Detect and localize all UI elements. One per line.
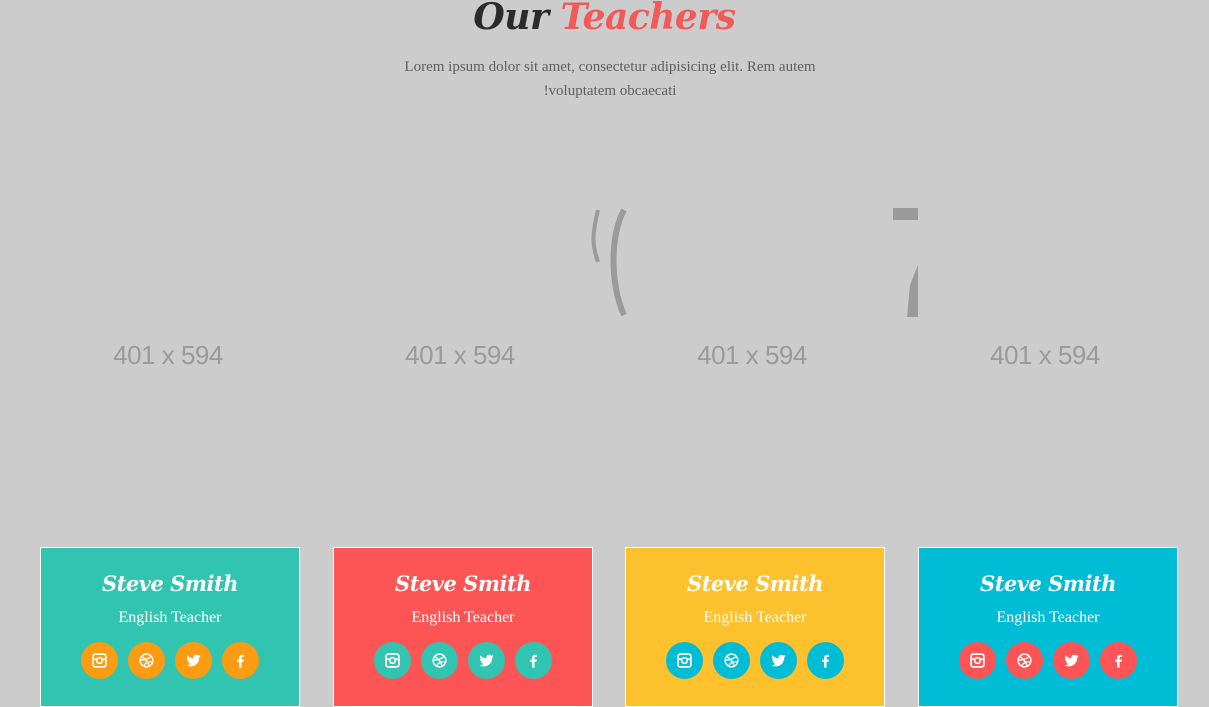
teacher-name: Steve Smith <box>687 571 823 596</box>
social-links <box>626 642 884 679</box>
teacher-image-placeholder-3: 401 x 594 <box>697 340 807 370</box>
social-links <box>919 642 1177 679</box>
social-links <box>334 642 592 679</box>
twitter-icon <box>185 652 202 669</box>
teacher-role: English Teacher <box>411 609 515 626</box>
dribbble-link[interactable] <box>421 642 458 679</box>
dribbble-icon <box>1016 652 1033 669</box>
facebook-icon <box>525 652 542 669</box>
twitter-icon <box>770 652 787 669</box>
facebook-link[interactable] <box>515 642 552 679</box>
dribbble-link[interactable] <box>128 642 165 679</box>
section-subtitle: Lorem ipsum dolor sit amet, consectetur … <box>404 59 816 99</box>
section-title: Our Teachers <box>0 0 1209 40</box>
dribbble-icon <box>431 652 448 669</box>
instagram-icon <box>91 652 108 669</box>
dribbble-link[interactable] <box>713 642 750 679</box>
facebook-icon <box>1110 652 1127 669</box>
facebook-link[interactable] <box>1100 642 1137 679</box>
teacher-image-placeholder-1: 401 x 594 <box>113 340 223 370</box>
teacher-role: English Teacher <box>703 609 807 626</box>
twitter-link[interactable] <box>175 642 212 679</box>
instagram-link[interactable] <box>959 642 996 679</box>
placeholder-artifact <box>591 208 918 317</box>
teacher-image-placeholder-2: 401 x 594 <box>405 340 515 370</box>
teacher-name: Steve Smith <box>395 571 531 596</box>
twitter-link[interactable] <box>1053 642 1090 679</box>
title-word-our: Our <box>473 0 549 38</box>
facebook-link[interactable] <box>807 642 844 679</box>
teacher-name: Steve Smith <box>102 571 238 596</box>
teacher-name: Steve Smith <box>980 571 1116 596</box>
twitter-icon <box>478 652 495 669</box>
facebook-icon <box>232 652 249 669</box>
twitter-icon <box>1063 652 1080 669</box>
instagram-link[interactable] <box>374 642 411 679</box>
social-links <box>41 642 299 679</box>
teacher-role: English Teacher <box>996 609 1100 626</box>
teacher-image-placeholder-4: 401 x 594 <box>990 340 1100 370</box>
teacher-card-3: Steve Smith English Teacher <box>625 547 885 707</box>
teacher-role: English Teacher <box>118 609 222 626</box>
dribbble-icon <box>138 652 155 669</box>
facebook-link[interactable] <box>222 642 259 679</box>
twitter-link[interactable] <box>468 642 505 679</box>
dribbble-icon <box>723 652 740 669</box>
dribbble-link[interactable] <box>1006 642 1043 679</box>
title-word-teachers: Teachers <box>560 0 736 38</box>
teacher-card-4: Steve Smith English Teacher <box>918 547 1178 707</box>
twitter-link[interactable] <box>760 642 797 679</box>
instagram-icon <box>969 652 986 669</box>
teacher-card-2: Steve Smith English Teacher <box>333 547 593 707</box>
instagram-link[interactable] <box>666 642 703 679</box>
teacher-card-1: Steve Smith English Teacher <box>40 547 300 707</box>
instagram-link[interactable] <box>81 642 118 679</box>
instagram-icon <box>384 652 401 669</box>
instagram-icon <box>676 652 693 669</box>
facebook-icon <box>817 652 834 669</box>
